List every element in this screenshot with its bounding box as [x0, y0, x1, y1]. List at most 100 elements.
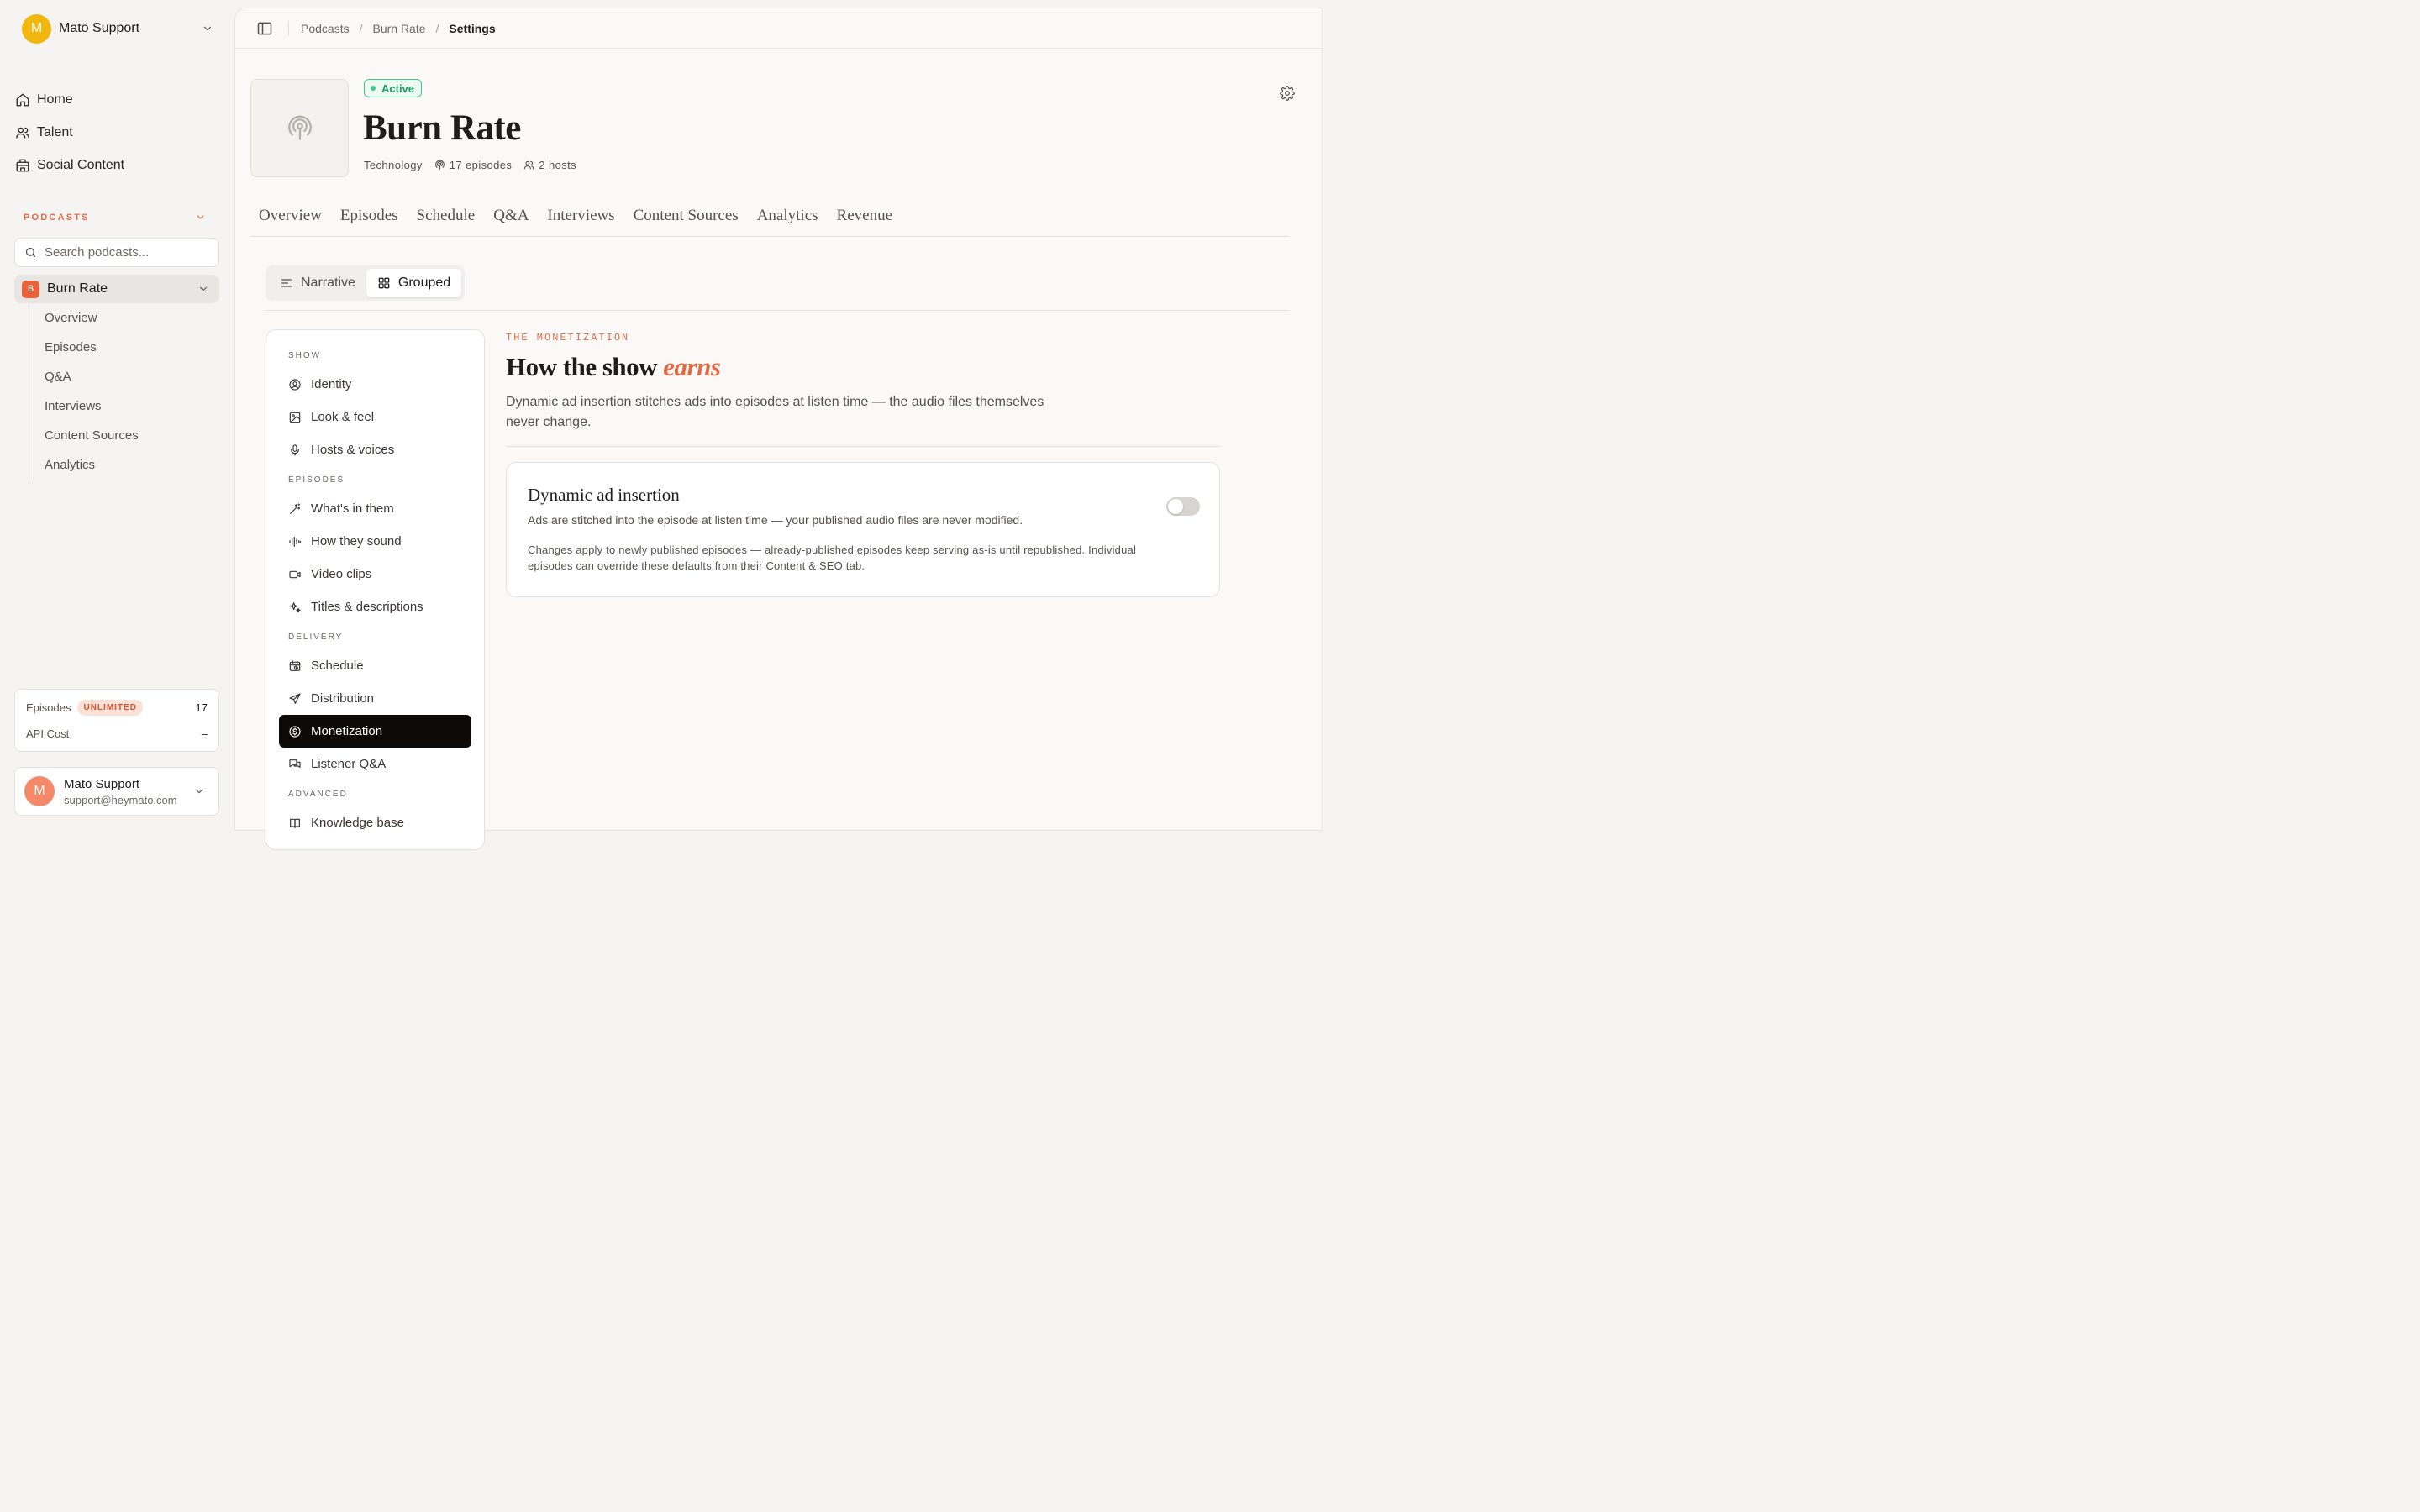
settings-item-label: Video clips	[311, 567, 372, 581]
breadcrumb-burn-rate[interactable]: Burn Rate	[372, 22, 425, 35]
subnav-item-interviews[interactable]: Interviews	[29, 391, 219, 421]
search-input[interactable]	[45, 245, 204, 260]
podcast-icon	[434, 160, 445, 170]
nav-label: Talent	[37, 124, 73, 139]
sidebar-toggle-icon[interactable]	[256, 20, 273, 37]
toggle-knob	[1168, 499, 1183, 514]
usage-api-row: API Cost –	[26, 721, 208, 747]
podcast-subnav: Overview Episodes Q&A Interviews Content…	[29, 303, 219, 480]
divider	[266, 310, 1289, 311]
subnav-item-qa[interactable]: Q&A	[29, 362, 219, 391]
search-icon	[25, 247, 36, 258]
avatar: M	[24, 776, 55, 806]
usage-episodes-row: Episodes UNLIMITED 17	[26, 695, 208, 721]
usage-episodes-label: Episodes	[26, 701, 71, 714]
nav-label: Social Content	[37, 157, 125, 172]
settings-item-schedule[interactable]: Schedule	[279, 649, 471, 682]
breadcrumb-separator: /	[359, 21, 363, 35]
divider	[288, 20, 289, 36]
nav-label: Home	[37, 92, 73, 107]
settings-item-video-clips[interactable]: Video clips	[279, 558, 471, 591]
tab-schedule[interactable]: Schedule	[408, 202, 476, 236]
building-icon	[16, 159, 29, 171]
book-icon	[290, 818, 300, 828]
tab-content-sources[interactable]: Content Sources	[625, 202, 739, 236]
monetization-section: THE MONETIZATION How the show earns Dyna…	[506, 329, 1220, 597]
settings-item-label: Monetization	[311, 724, 383, 738]
main-panel: Podcasts / Burn Rate / Settings Active B…	[234, 8, 1323, 850]
usage-api-label: API Cost	[26, 727, 70, 740]
breadcrumb-podcasts[interactable]: Podcasts	[301, 22, 350, 35]
hosts-count: 2 hosts	[539, 159, 577, 171]
user-menu[interactable]: M Mato Support support@heymato.com	[14, 767, 219, 816]
meta-episodes: 17 episodes	[434, 159, 513, 171]
settings-item-identity[interactable]: Identity	[279, 368, 471, 401]
settings-item-titles-descriptions[interactable]: Titles & descriptions	[279, 591, 471, 623]
calendar-clock-icon	[289, 659, 301, 671]
section-description: Dynamic ad insertion stitches ads into e…	[506, 395, 1044, 429]
settings-item-label: How they sound	[311, 534, 402, 549]
settings-item-monetization[interactable]: Monetization	[279, 715, 471, 748]
dollar-circle-icon	[289, 725, 301, 738]
podcast-name: Burn Rate	[47, 281, 108, 296]
settings-item-label: Knowledge base	[311, 816, 404, 830]
settings-item-how-they-sound[interactable]: How they sound	[279, 525, 471, 558]
meta-category: Technology	[364, 159, 423, 171]
podcast-cover[interactable]	[250, 79, 349, 177]
settings-item-whats-in-them[interactable]: What's in them	[279, 492, 471, 525]
grid-icon	[378, 277, 390, 289]
usage-card: Episodes UNLIMITED 17 API Cost –	[14, 689, 219, 752]
breadcrumb-current: Settings	[449, 21, 496, 35]
settings-item-label: Listener Q&A	[311, 757, 387, 771]
settings-nav: SHOW Identity Look & feel Hosts & voices…	[266, 329, 485, 850]
category-label: Technology	[364, 159, 423, 171]
subnav-item-analytics[interactable]: Analytics	[29, 450, 219, 480]
subnav-item-content-sources[interactable]: Content Sources	[29, 421, 219, 450]
usage-api-value: –	[201, 727, 208, 740]
nav-item-social-content[interactable]: Social Content	[14, 149, 219, 181]
dynamic-ad-insertion-toggle[interactable]	[1166, 497, 1200, 516]
nav-item-home[interactable]: Home	[14, 83, 219, 116]
settings-item-label: Look & feel	[311, 410, 375, 424]
org-switcher[interactable]: M Mato Support	[22, 13, 213, 44]
settings-item-label: Hosts & voices	[311, 443, 395, 457]
narrative-view-button[interactable]: Narrative	[269, 269, 366, 297]
settings-group-advanced: ADVANCED	[288, 790, 348, 799]
section-heading: How the show earns	[506, 352, 1220, 382]
tab-interviews[interactable]: Interviews	[539, 202, 614, 236]
settings-item-listener-qa[interactable]: Listener Q&A	[279, 748, 471, 780]
settings-item-distribution[interactable]: Distribution	[279, 682, 471, 715]
image-icon	[289, 412, 301, 423]
subnav-item-episodes[interactable]: Episodes	[29, 333, 219, 362]
tab-revenue[interactable]: Revenue	[829, 202, 892, 236]
tab-analytics[interactable]: Analytics	[749, 202, 818, 236]
divider	[506, 446, 1220, 447]
nav-item-talent[interactable]: Talent	[14, 116, 219, 149]
sidebar: M Mato Support Home Talent Social Conten…	[0, 0, 234, 823]
settings-item-hosts-voices[interactable]: Hosts & voices	[279, 433, 471, 466]
settings-item-label: Schedule	[311, 659, 364, 673]
podcast-search	[14, 238, 219, 267]
tab-overview[interactable]: Overview	[250, 202, 322, 236]
grouped-label: Grouped	[397, 276, 451, 290]
gear-icon[interactable]	[1280, 86, 1295, 101]
settings-group-delivery: DELIVERY	[288, 633, 344, 642]
user-name: Mato Support	[64, 776, 140, 791]
subnav-item-overview[interactable]: Overview	[29, 303, 219, 333]
tab-qa[interactable]: Q&A	[485, 202, 529, 236]
user-circle-icon	[289, 378, 301, 391]
chevron-down-icon	[203, 26, 212, 31]
settings-item-look-feel[interactable]: Look & feel	[279, 401, 471, 433]
grouped-view-button[interactable]: Grouped	[366, 269, 462, 297]
video-icon	[289, 570, 301, 578]
send-icon	[289, 692, 301, 704]
settings-item-knowledge-base[interactable]: Knowledge base	[279, 806, 471, 839]
podcast-item-burn-rate[interactable]: B Burn Rate	[14, 275, 219, 303]
section-heading-accent: earns	[663, 352, 721, 381]
settings-item-label: Distribution	[311, 691, 375, 706]
status-dot	[371, 86, 376, 91]
podcasts-section-header[interactable]: PODCASTS	[24, 212, 206, 223]
settings-item-label: Titles & descriptions	[311, 600, 424, 614]
podcasts-section-label: PODCASTS	[24, 212, 90, 223]
tab-episodes[interactable]: Episodes	[332, 202, 398, 236]
